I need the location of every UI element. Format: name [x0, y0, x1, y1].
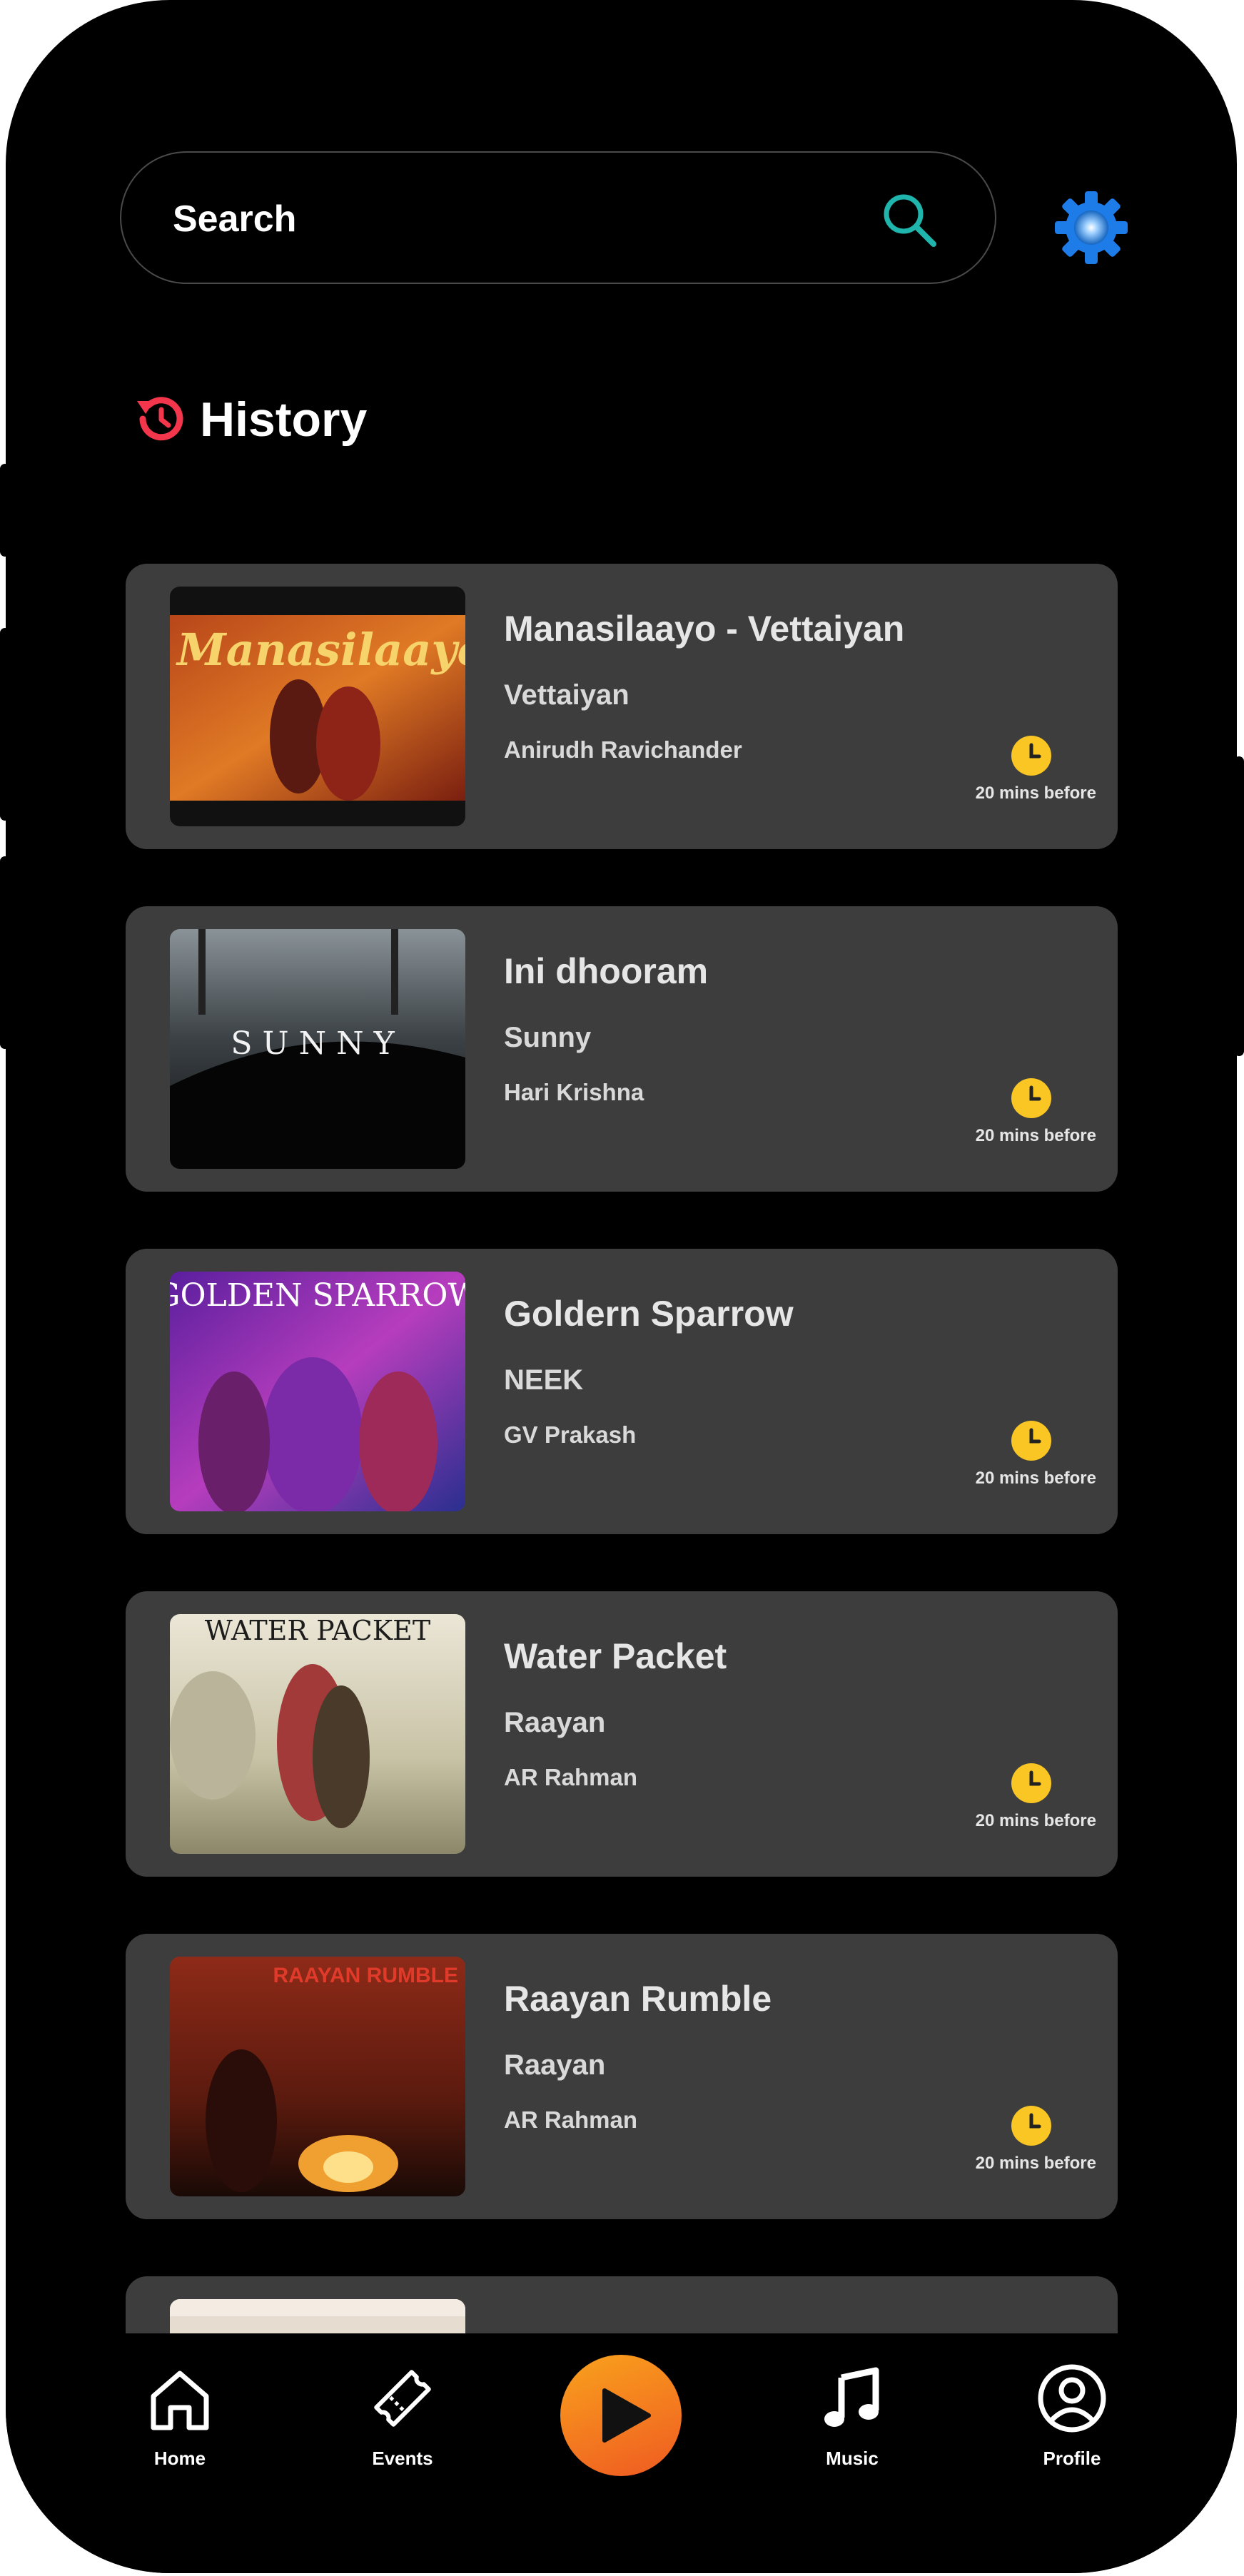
history-card[interactable]: SUNNY Ini dhooram Sunny Hari Krishna 20 …	[126, 906, 1118, 1192]
cover-title: WATER PACKET	[205, 1615, 430, 1646]
history-card[interactable]	[126, 2276, 1118, 2333]
home-icon	[151, 2370, 209, 2430]
music-note-icon	[824, 2367, 879, 2427]
cover-title: SUNNY	[231, 1025, 404, 1062]
nav-music-label: Music	[826, 2448, 879, 2469]
play-button[interactable]	[560, 2355, 682, 2476]
played-time: 20 mins before	[975, 1126, 1096, 1145]
song-title: Manasilaayo - Vettaiyan	[504, 609, 905, 649]
search-bar[interactable]	[120, 151, 996, 284]
clock-icon	[1011, 2106, 1051, 2146]
clock-icon	[1011, 736, 1051, 776]
clock-icon	[1011, 1078, 1051, 1118]
nav-music[interactable]: Music	[774, 2359, 931, 2495]
nav-events[interactable]: Events	[324, 2359, 481, 2495]
clock-icon	[1011, 1421, 1051, 1461]
album-cover: RAAYAN RUMBLE	[170, 1957, 465, 2196]
gear-icon[interactable]	[1052, 188, 1131, 267]
song-title: Water Packet	[504, 1636, 727, 1676]
played-time: 20 mins before	[975, 784, 1096, 803]
cover-title: RAAYAN RUMBLE	[273, 1964, 458, 1987]
album-cover: SUNNY	[170, 929, 465, 1169]
bottom-nav: Home Events Music Profile	[6, 2333, 1237, 2573]
song-title: Ini dhooram	[504, 951, 709, 991]
play-icon	[602, 2388, 651, 2443]
played-time: 20 mins before	[975, 1469, 1096, 1488]
album-name: Vettaiyan	[504, 679, 629, 711]
nav-home-label: Home	[153, 2448, 206, 2469]
history-card[interactable]: RAAYAN RUMBLE Raayan Rumble Raayan AR Ra…	[126, 1934, 1118, 2219]
artist-name: Hari Krishna	[504, 1079, 644, 1105]
album-cover: Manasilaayo	[170, 587, 465, 826]
ticket-icon	[374, 2370, 431, 2427]
artist-name: AR Rahman	[504, 1764, 638, 1790]
album-name: Sunny	[504, 1022, 592, 1053]
artist-name: GV Prakash	[504, 1421, 637, 1448]
album-name: Raayan	[504, 1707, 606, 1738]
album-cover: WATER PACKET	[170, 1614, 465, 1854]
cover-title: Manasilaayo	[176, 624, 465, 676]
history-card[interactable]: GOLDEN SPARROW Goldern Sparrow NEEK GV P…	[126, 1249, 1118, 1534]
search-icon[interactable]	[879, 190, 939, 250]
phone-screen: History Manasilaayo Manasilaayo - Vettai…	[6, 0, 1237, 2573]
song-title: Goldern Sparrow	[504, 1294, 794, 1334]
nav-events-label: Events	[372, 2448, 433, 2469]
played-time: 20 mins before	[975, 1811, 1096, 1830]
profile-icon	[1038, 2364, 1106, 2433]
search-input[interactable]	[171, 184, 888, 254]
album-cover	[170, 2299, 465, 2333]
clock-icon	[1011, 1763, 1051, 1803]
nav-home[interactable]: Home	[101, 2359, 258, 2495]
album-name: Raayan	[504, 2049, 606, 2081]
nav-profile-label: Profile	[1043, 2448, 1101, 2469]
history-list[interactable]: Manasilaayo Manasilaayo - Vettaiyan Vett…	[6, 549, 1237, 2333]
cover-title: GOLDEN SPARROW	[170, 1277, 465, 1314]
played-time: 20 mins before	[975, 2154, 1096, 2173]
history-heading: History	[200, 392, 368, 447]
history-card[interactable]: WATER PACKET Water Packet Raayan AR Rahm…	[126, 1591, 1118, 1877]
history-icon	[137, 397, 183, 441]
artist-name: Anirudh Ravichander	[504, 736, 742, 763]
song-title: Raayan Rumble	[504, 1979, 772, 2019]
nav-profile[interactable]: Profile	[993, 2359, 1151, 2495]
history-card[interactable]: Manasilaayo Manasilaayo - Vettaiyan Vett…	[126, 564, 1118, 849]
artist-name: AR Rahman	[504, 2106, 638, 2133]
album-name: NEEK	[504, 1364, 584, 1396]
album-cover: GOLDEN SPARROW	[170, 1272, 465, 1511]
